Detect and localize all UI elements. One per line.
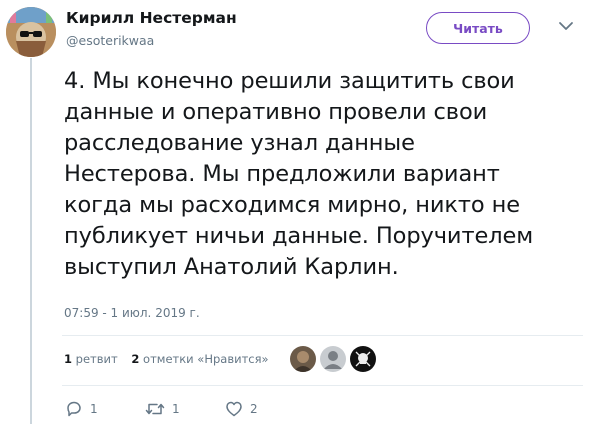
retweet-count: 1 — [172, 402, 180, 416]
divider-top — [62, 335, 583, 336]
reply-icon — [67, 401, 81, 417]
chevron-down-icon — [559, 22, 573, 30]
liker-avatar-2-image — [320, 346, 346, 372]
tweet-timestamp[interactable]: 07:59 - 1 июл. 2019 г. — [64, 306, 200, 320]
liker-avatar-1-image — [290, 346, 316, 372]
retweet-icon — [145, 403, 165, 415]
likes-stat[interactable]: 2 отметки «Нравится» — [131, 352, 268, 366]
heart-icon — [226, 401, 242, 417]
author-name[interactable]: Кирилл Нестерман — [66, 9, 237, 27]
liker-avatar-3[interactable] — [350, 346, 376, 372]
retweets-count: 1 — [64, 352, 73, 366]
thread-line — [30, 58, 32, 424]
tweet-menu-button[interactable] — [551, 12, 581, 40]
author-handle[interactable]: @esoterikwaa — [66, 33, 154, 48]
like-count: 2 — [250, 402, 258, 416]
retweets-label: ретвит — [75, 352, 118, 366]
tweet-text: 4. Мы конечно решили защитить свои данны… — [64, 68, 534, 280]
liker-avatar-3-image — [350, 346, 376, 372]
avatar-image — [6, 7, 56, 57]
liker-avatar-2[interactable] — [320, 346, 346, 372]
likes-label: отметки «Нравится» — [143, 352, 269, 366]
liker-avatar-1[interactable] — [290, 346, 316, 372]
reply-count: 1 — [90, 402, 98, 416]
reply-button[interactable]: 1 — [64, 398, 98, 420]
retweet-button[interactable]: 1 — [144, 398, 180, 420]
like-button[interactable]: 2 — [224, 398, 258, 420]
likes-count: 2 — [131, 352, 140, 366]
author-avatar[interactable] — [6, 7, 56, 57]
divider-bottom — [62, 385, 583, 386]
follow-button[interactable]: Читать — [426, 12, 530, 44]
tweet-stats: 1 ретвит 2 отметки «Нравится» — [64, 352, 279, 366]
retweets-stat[interactable]: 1 ретвит — [64, 352, 118, 366]
